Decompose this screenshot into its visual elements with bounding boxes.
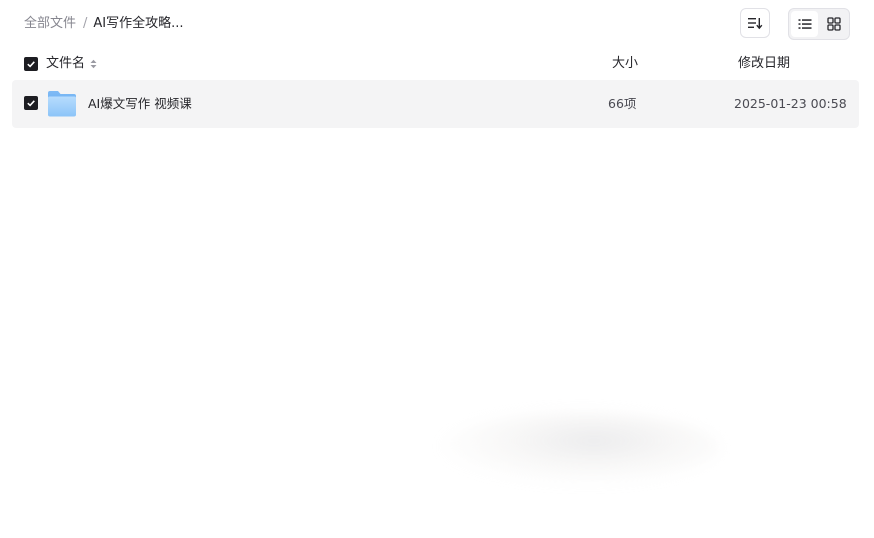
checkmark-icon bbox=[27, 100, 35, 107]
breadcrumb: 全部文件 / AI写作全攻略... bbox=[24, 15, 184, 33]
background-blur-artifact bbox=[440, 412, 720, 484]
grid-view-icon bbox=[826, 17, 841, 31]
file-name[interactable]: AI爆文写作 视频课 bbox=[88, 95, 192, 113]
file-size: 66项 bbox=[608, 96, 637, 111]
select-all-checkbox[interactable] bbox=[24, 57, 38, 71]
sort-button[interactable] bbox=[740, 8, 770, 38]
view-mode-toggle bbox=[788, 8, 850, 40]
breadcrumb-current-folder: AI写作全攻略... bbox=[93, 16, 184, 31]
column-header-size[interactable]: 大小 bbox=[612, 52, 638, 76]
sort-lines-icon bbox=[748, 18, 763, 30]
column-header-name[interactable]: 文件名 bbox=[46, 52, 97, 76]
grid-view-button[interactable] bbox=[820, 11, 847, 37]
folder-icon bbox=[48, 91, 76, 117]
table-header: 文件名 大小 修改日期 bbox=[12, 52, 859, 76]
row-checkbox[interactable] bbox=[24, 96, 38, 110]
list-view-icon bbox=[798, 19, 811, 29]
column-header-modified[interactable]: 修改日期 bbox=[738, 52, 790, 76]
file-browser-page: 全部文件 / AI写作全攻略... 文件名 大小 修改日期 AI爆文写作 视频课… bbox=[0, 0, 874, 538]
checkmark-icon bbox=[27, 61, 35, 68]
file-modified-date: 2025-01-23 00:58 bbox=[734, 96, 847, 111]
sort-caret-icon bbox=[90, 52, 97, 76]
breadcrumb-separator: / bbox=[83, 16, 88, 31]
table-row[interactable]: AI爆文写作 视频课 66项 2025-01-23 00:58 bbox=[12, 80, 859, 128]
list-view-button[interactable] bbox=[791, 11, 818, 37]
column-header-name-label: 文件名 bbox=[46, 56, 86, 71]
breadcrumb-root-link[interactable]: 全部文件 bbox=[24, 15, 76, 33]
